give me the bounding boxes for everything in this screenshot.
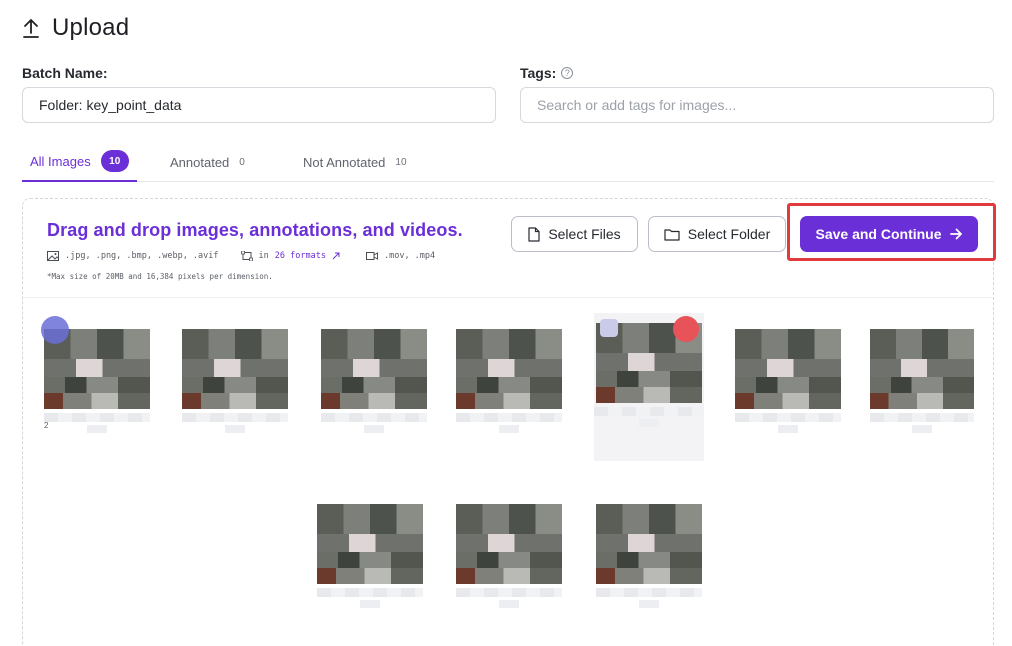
supported-formats: .jpg, .png, .bmp, .webp, .avif in 26 for… (47, 251, 435, 261)
save-and-continue-label: Save and Continue (815, 226, 942, 242)
tab-count-badge: 10 (100, 150, 129, 172)
thumbnail-image (317, 504, 423, 584)
annotation-prefix: in (258, 251, 269, 261)
thumbnail-meta (360, 600, 380, 608)
tab-annotated[interactable]: Annotated 0 (170, 142, 245, 182)
tab-count-badge: 0 (239, 156, 245, 168)
thumbnail-filename (321, 413, 427, 422)
thumbnail-filename (456, 413, 562, 422)
image-thumbnail[interactable] (596, 504, 702, 608)
thumbnail-filename (317, 588, 423, 597)
upload-icon (23, 19, 39, 38)
help-icon[interactable]: ? (561, 67, 574, 79)
thumbnail-filename (870, 413, 974, 422)
filter-tabs: All Images 10 Annotated 0 Not Annotated … (22, 142, 994, 182)
tags-input[interactable] (537, 97, 977, 113)
external-link-icon[interactable] (332, 252, 340, 260)
select-files-button[interactable]: Select Files (511, 216, 638, 252)
batch-name-input[interactable] (39, 97, 479, 113)
thumbnail-meta (499, 425, 519, 433)
tab-not-annotated[interactable]: Not Annotated 10 (303, 142, 407, 182)
max-size-note: *Max size of 20MB and 16,384 pixels per … (47, 272, 273, 281)
tab-count-badge: 10 (395, 156, 407, 168)
thumbnail-meta (225, 425, 245, 433)
thumbnail-meta (639, 419, 659, 427)
file-icon (528, 226, 540, 242)
dropzone-header: Drag and drop images, annotations, and v… (23, 199, 993, 298)
arrow-right-icon (949, 228, 962, 240)
thumbnail-image (182, 329, 288, 409)
image-thumbnail[interactable] (44, 329, 150, 433)
image-thumbnail[interactable] (456, 504, 562, 608)
select-checkbox[interactable] (600, 319, 618, 337)
batch-name-label: Batch Name: (22, 65, 108, 81)
thumbnail-image (596, 504, 702, 584)
select-folder-label: Select Folder (687, 226, 771, 242)
save-and-continue-button[interactable]: Save and Continue (800, 216, 978, 252)
page-title: Upload (52, 14, 130, 41)
tags-field[interactable] (520, 87, 994, 123)
tab-label: Annotated (170, 154, 230, 170)
thumbnail-image (456, 329, 562, 409)
batch-name-label-text: Batch Name: (22, 65, 108, 81)
thumbnail-meta (639, 600, 659, 608)
delete-icon[interactable] (673, 316, 699, 342)
image-thumbnail[interactable] (735, 329, 841, 433)
thumbnail-image (456, 504, 562, 584)
image-thumbnail[interactable] (870, 329, 974, 433)
thumbnail-meta (778, 425, 798, 433)
video-icon (365, 252, 378, 260)
batch-name-field[interactable] (22, 87, 496, 123)
thumbnail-meta (499, 600, 519, 608)
tags-label: Tags: ? (520, 65, 574, 81)
select-files-label: Select Files (548, 226, 621, 242)
selection-indicator[interactable] (41, 316, 69, 344)
thumbnail-filename (596, 588, 702, 597)
tab-label: All Images (30, 153, 91, 169)
thumbnail-image (870, 329, 974, 409)
thumbnail-meta (364, 425, 384, 433)
image-thumbnail[interactable] (182, 329, 288, 433)
thumbnail-filename (44, 413, 150, 422)
thumbnail-filename (594, 407, 704, 416)
annotation-formats-link[interactable]: 26 formats (275, 251, 326, 261)
image-thumbnail[interactable] (456, 329, 562, 433)
thumbnail-image (321, 329, 427, 409)
bounding-box-icon (240, 251, 253, 261)
tags-label-text: Tags: (520, 65, 557, 81)
image-thumbnail[interactable] (317, 504, 423, 608)
folder-icon (664, 228, 680, 241)
video-formats: .mov, .mp4 (383, 251, 436, 261)
upload-dropzone[interactable]: Drag and drop images, annotations, and v… (22, 198, 994, 646)
thumbnail-filename (182, 413, 288, 422)
dropzone-title: Drag and drop images, annotations, and v… (47, 220, 463, 240)
thumbnail-filename (456, 588, 562, 597)
thumbnail-index: 2 (44, 421, 49, 430)
image-formats: .jpg, .png, .bmp, .webp, .avif (65, 251, 219, 261)
image-icon (47, 251, 59, 261)
thumbnail-image (735, 329, 841, 409)
tab-label: Not Annotated (303, 154, 386, 170)
thumbnail-meta (912, 425, 932, 433)
image-thumbnail[interactable] (321, 329, 427, 433)
thumbnail-filename (735, 413, 841, 422)
select-folder-button[interactable]: Select Folder (648, 216, 786, 252)
thumbnail-meta (87, 425, 107, 433)
page-header: Upload (22, 14, 129, 42)
tab-all-images[interactable]: All Images 10 (22, 142, 137, 182)
